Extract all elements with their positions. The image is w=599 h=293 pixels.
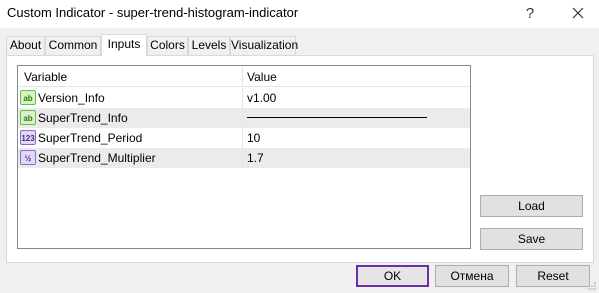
variable-name: Version_Info <box>38 91 105 105</box>
tab-colors[interactable]: Colors <box>147 36 188 55</box>
variable-value[interactable]: v1.00 <box>247 91 276 105</box>
window-title: Custom Indicator - super-trend-histogram… <box>7 5 299 20</box>
tab-levels[interactable]: Levels <box>188 36 230 55</box>
variable-name: SuperTrend_Period <box>38 131 143 145</box>
table-row[interactable]: ab SuperTrend_Info <box>18 108 470 128</box>
header-value[interactable]: Value <box>247 70 277 84</box>
question-mark-icon: ? <box>525 4 535 22</box>
double-type-icon: ½ <box>20 150 36 165</box>
save-button[interactable]: Save <box>480 228 583 250</box>
table-row[interactable]: ab Version_Info v1.00 <box>18 88 470 108</box>
cancel-button[interactable]: Отмена <box>435 265 509 287</box>
header-separator <box>242 66 243 87</box>
tab-inputs[interactable]: Inputs <box>101 34 147 56</box>
variable-name: SuperTrend_Multiplier <box>38 151 156 165</box>
separator-line-value[interactable] <box>247 117 427 118</box>
header-variable[interactable]: Variable <box>24 70 67 84</box>
string-type-icon: ab <box>20 110 36 125</box>
column-separator <box>242 108 243 128</box>
ok-button[interactable]: OK <box>356 265 429 287</box>
tab-about[interactable]: About <box>6 36 45 55</box>
tab-common[interactable]: Common <box>45 36 101 55</box>
integer-type-icon: 123 <box>20 130 36 145</box>
column-separator <box>242 148 243 168</box>
variable-value[interactable]: 10 <box>247 131 260 145</box>
table-row[interactable]: ½ SuperTrend_Multiplier 1.7 <box>18 148 470 168</box>
variable-name: SuperTrend_Info <box>38 111 128 125</box>
table-row[interactable]: 123 SuperTrend_Period 10 <box>18 128 470 148</box>
close-icon <box>572 7 584 19</box>
tab-visualization[interactable]: Visualization <box>230 36 298 55</box>
string-type-icon: ab <box>20 90 36 105</box>
help-button[interactable]: ? <box>517 2 543 24</box>
grid-header: Variable Value <box>18 66 470 87</box>
inputs-grid: Variable Value ab Version_Info v1.00 ab … <box>17 65 471 249</box>
title-bar: Custom Indicator - super-trend-histogram… <box>0 0 599 28</box>
resize-grip-icon[interactable] <box>587 281 597 291</box>
column-separator <box>242 88 243 108</box>
column-separator <box>242 128 243 148</box>
variable-value[interactable]: 1.7 <box>247 151 264 165</box>
load-button[interactable]: Load <box>480 195 583 217</box>
reset-button[interactable]: Reset <box>516 265 590 287</box>
close-button[interactable] <box>565 2 591 24</box>
